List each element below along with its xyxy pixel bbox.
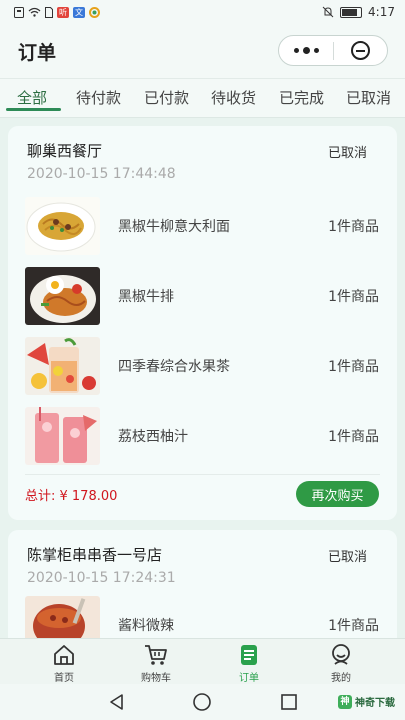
order-item[interactable]: 荔枝西柚汁 1件商品 <box>8 407 397 469</box>
mini-program-capsule <box>278 35 388 66</box>
product-quantity: 1件商品 <box>328 219 379 235</box>
app-header: 订单 <box>0 24 405 78</box>
order-divider <box>25 474 380 475</box>
product-name: 荔枝西柚汁 <box>118 429 188 445</box>
bottom-tab-bar: 首页 购物车 订单 我的 <box>0 638 405 684</box>
tab-all[interactable]: 全部 <box>17 87 47 108</box>
product-name: 黑椒牛排 <box>118 289 174 305</box>
orders-icon <box>241 645 257 665</box>
product-image-fruit-tea <box>25 337 100 395</box>
battery-icon <box>340 6 363 18</box>
status-right: 4:17 <box>322 5 395 19</box>
product-name: 黑椒牛柳意大利面 <box>118 219 230 235</box>
dot-icon <box>302 46 310 54</box>
tabbar-profile[interactable]: 我的 <box>306 643 376 684</box>
tab-pending-payment[interactable]: 待付款 <box>76 87 121 108</box>
order-card[interactable]: 聊巢西餐厅 已取消 2020-10-15 17:44:48 黑椒牛柳意大利面 1… <box>8 126 397 520</box>
tab-paid[interactable]: 已付款 <box>144 87 189 108</box>
app-badge-icon: 文 <box>73 6 85 18</box>
product-quantity: 1件商品 <box>328 429 379 445</box>
order-item[interactable]: 黑椒牛柳意大利面 1件商品 <box>8 197 397 259</box>
status-time: 4:17 <box>368 5 395 19</box>
watermark-text: 神奇下载 <box>355 698 395 709</box>
tabbar-label: 购物车 <box>141 673 171 684</box>
order-list: 聊巢西餐厅 已取消 2020-10-15 17:44:48 黑椒牛柳意大利面 1… <box>0 118 405 638</box>
tabbar-home[interactable]: 首页 <box>29 643 99 684</box>
profile-icon <box>332 644 350 665</box>
more-button[interactable] <box>279 46 333 54</box>
order-tabs: 全部 待付款 已付款 待收货 已完成 已取消 <box>0 78 405 118</box>
order-card[interactable]: 陈掌柜串串香一号店 已取消 2020-10-15 17:24:31 酱料微辣 1… <box>8 530 397 638</box>
exit-icon <box>350 41 370 60</box>
order-item[interactable]: 四季春综合水果茶 1件商品 <box>8 337 397 399</box>
cart-icon <box>145 645 167 665</box>
order-status: 已取消 <box>327 146 367 161</box>
order-status: 已取消 <box>327 550 367 565</box>
product-quantity: 1件商品 <box>328 289 379 305</box>
active-tab-indicator <box>6 108 61 111</box>
order-item[interactable]: 酱料微辣 1件商品 <box>8 596 397 638</box>
order-total: 总计: ¥ 178.00 <box>25 489 118 504</box>
dot-icon <box>313 47 319 53</box>
order-time: 2020-10-15 17:44:48 <box>27 166 176 182</box>
wifi-icon <box>28 7 41 17</box>
home-icon <box>54 645 74 665</box>
app-badge-icon <box>89 6 100 18</box>
tab-completed[interactable]: 已完成 <box>279 87 324 108</box>
status-left-icons: 听 文 <box>14 6 100 18</box>
watermark: 神 神奇下载 <box>338 694 395 709</box>
status-bar: 听 文 4:17 <box>0 0 405 24</box>
shop-name: 聊巢西餐厅 <box>27 142 103 160</box>
order-item[interactable]: 黑椒牛排 1件商品 <box>8 267 397 329</box>
tabbar-orders[interactable]: 订单 <box>214 643 284 684</box>
notification-icon <box>14 6 24 18</box>
product-image-chili-sauce <box>25 596 100 638</box>
product-name: 酱料微辣 <box>118 618 174 634</box>
product-quantity: 1件商品 <box>328 359 379 375</box>
sim-icon <box>45 6 53 18</box>
system-navigation-bar: 神 神奇下载 <box>0 684 405 720</box>
tabbar-label: 首页 <box>54 673 74 684</box>
watermark-logo-icon: 神 <box>338 694 352 709</box>
home-nav-icon[interactable] <box>192 692 212 712</box>
tab-cancelled[interactable]: 已取消 <box>346 87 391 108</box>
product-image-grapefruit-juice <box>25 407 100 465</box>
rebuy-button[interactable]: 再次购买 <box>296 481 379 507</box>
product-image-steak <box>25 267 100 325</box>
product-quantity: 1件商品 <box>328 618 379 634</box>
page-title: 订单 <box>18 42 57 64</box>
product-image-pasta <box>25 197 100 255</box>
order-time: 2020-10-15 17:24:31 <box>27 570 176 586</box>
close-mini-program-button[interactable] <box>334 41 387 60</box>
dot-icon <box>293 47 299 53</box>
shop-name: 陈掌柜串串香一号店 <box>27 546 163 564</box>
tabbar-cart[interactable]: 购物车 <box>121 643 191 684</box>
tab-pending-receipt[interactable]: 待收货 <box>211 87 256 108</box>
back-icon[interactable] <box>107 692 127 712</box>
product-name: 四季春综合水果茶 <box>118 359 230 375</box>
app-badge-icon: 听 <box>57 6 69 18</box>
recents-icon[interactable] <box>279 692 299 712</box>
mute-icon <box>322 6 334 18</box>
tabbar-label: 订单 <box>239 673 259 684</box>
tabbar-label: 我的 <box>331 673 351 684</box>
